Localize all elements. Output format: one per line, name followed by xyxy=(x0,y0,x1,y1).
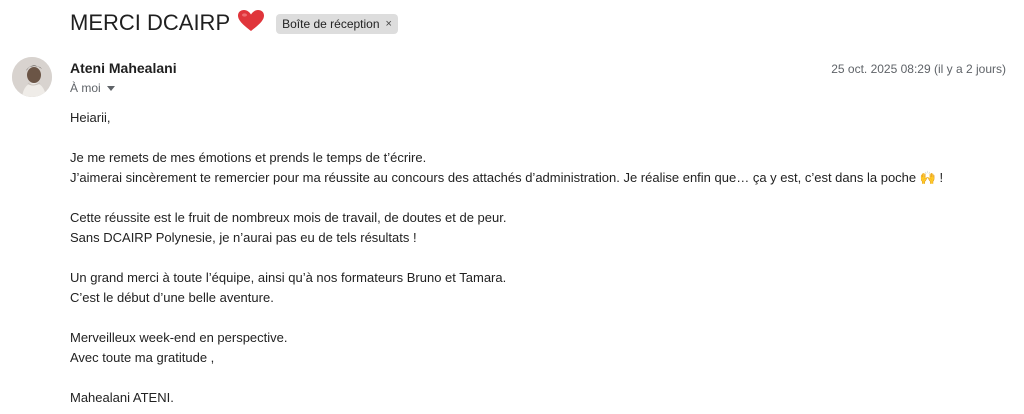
chevron-down-icon[interactable] xyxy=(106,85,115,91)
body-line: Avec toute ma gratitude , xyxy=(70,350,215,365)
body-line: Cette réussite est le fruit de nombreux … xyxy=(70,210,507,225)
inbox-label-text: Boîte de réception xyxy=(282,17,380,31)
body-line: Je me remets de mes émotions et prends l… xyxy=(70,150,427,165)
avatar[interactable] xyxy=(12,57,52,97)
email-body: Heiarii, Je me remets de mes émotions et… xyxy=(70,108,943,408)
recipient-label: À moi xyxy=(70,81,101,95)
body-line: J’aimerai sincèrement te remercier pour … xyxy=(70,170,944,185)
email-date: 25 oct. 2025 08:29 (il y a 2 jours) xyxy=(831,62,1006,76)
greeting-line: Heiarii, xyxy=(70,110,111,125)
recipient-dropdown[interactable]: À moi xyxy=(70,81,115,95)
body-line: C’est le début d’une belle aventure. xyxy=(70,290,274,305)
email-subject: MERCI DCAIRP xyxy=(70,10,231,35)
sender-name: Ateni Mahealani xyxy=(70,60,177,76)
body-line: Un grand merci à toute l’équipe, ainsi q… xyxy=(70,270,507,285)
inbox-label-chip[interactable]: Boîte de réception × xyxy=(276,14,398,34)
remove-label-icon[interactable]: × xyxy=(386,18,392,30)
heart-emoji-icon xyxy=(238,9,265,37)
signature-line: Mahealani ATENI. xyxy=(70,390,174,405)
body-line: Merveilleux week-end en perspective. xyxy=(70,330,288,345)
body-line: Sans DCAIRP Polynesie, je n’aurai pas eu… xyxy=(70,230,417,245)
email-subject-row: MERCI DCAIRP Boîte de réception × xyxy=(70,6,398,40)
